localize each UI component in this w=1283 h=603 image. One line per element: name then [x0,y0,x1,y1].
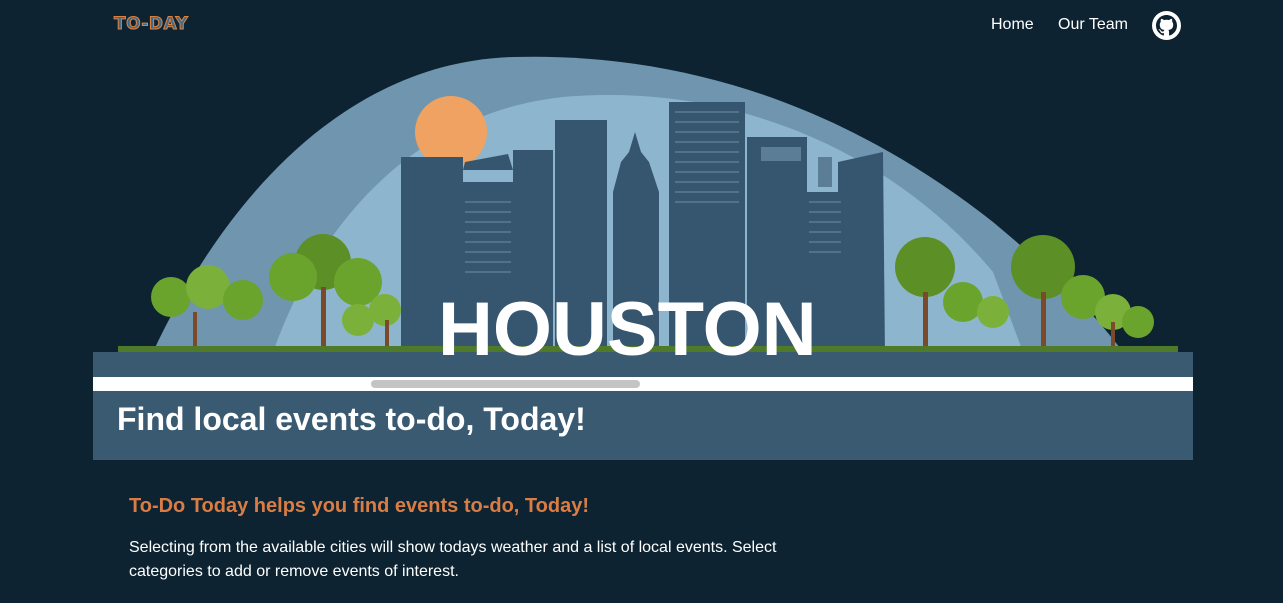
nav-link-home[interactable]: Home [991,16,1034,34]
horizontal-scrollbar[interactable] [93,377,1193,391]
intro-text: Selecting from the available cities will… [129,539,777,580]
scrollbar-thumb[interactable] [371,380,640,388]
navbar: TO-DAY Home Our Team [0,0,1283,52]
city-label: HOUSTON [438,287,817,372]
intro-heading: To-Do Today helps you find events to-do,… [129,495,589,517]
houston-skyline-illustration: HOUSTON [93,56,1193,377]
nav-link-our-team[interactable]: Our Team [1058,16,1128,34]
page-title: Find local events to-do, Today! [117,401,586,437]
site-logo[interactable]: TO-DAY [113,14,188,35]
title-banner: Find local events to-do, Today! [93,391,1193,460]
hero-banner: HOUSTON [93,52,1193,377]
github-icon[interactable] [1152,11,1181,40]
